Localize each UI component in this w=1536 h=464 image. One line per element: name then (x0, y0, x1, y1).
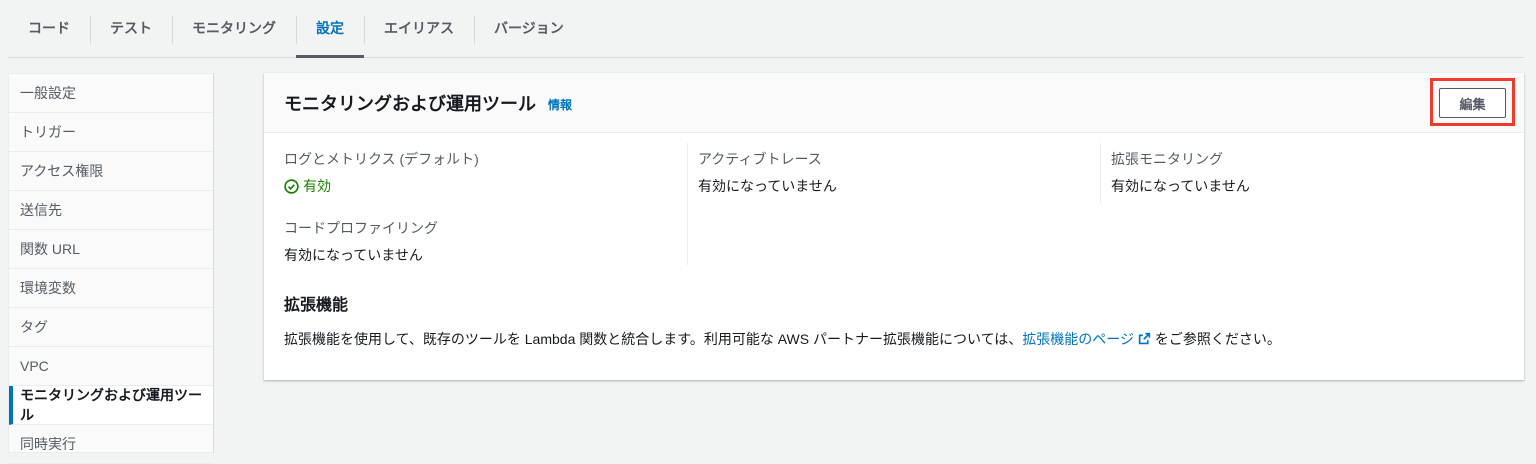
sidebar-item-env-vars[interactable]: 環境変数 (9, 269, 213, 308)
logs-status: 有効 (284, 176, 479, 196)
info-link[interactable]: 情報 (548, 96, 572, 113)
panel-header: モニタリングおよび運用ツール 情報 (264, 73, 1524, 133)
link-text[interactable]: 拡張機能のページ (1022, 331, 1134, 347)
extensions-page-link[interactable]: 拡張機能のページ (1022, 331, 1151, 347)
sidebar-item-monitoring-tools[interactable]: モニタリングおよび運用ツール (9, 386, 213, 425)
active-tracing-field: アクティブトレース 有効になっていません (698, 149, 837, 196)
config-sidebar: 一般設定 トリガー アクセス権限 送信先 関数 URL 環境変数 タグ VPC … (8, 73, 214, 464)
panel-title: モニタリングおよび運用ツール (284, 93, 536, 114)
sidebar-item-function-url[interactable]: 関数 URL (9, 230, 213, 269)
desc-text-after: をご参照ください。 (1150, 331, 1281, 347)
monitoring-tools-panel: モニタリングおよび運用ツール 情報 編集 ログとメトリクス (デフォルト) 有効… (264, 73, 1524, 380)
sidebar-item-vpc[interactable]: VPC (9, 347, 213, 386)
extensions-description: 拡張機能を使用して、既存のツールを Lambda 関数と統合します。利用可能な … (284, 329, 1281, 349)
sidebar-item-general[interactable]: 一般設定 (9, 74, 213, 113)
sidebar-item-permissions[interactable]: アクセス権限 (9, 152, 213, 191)
tab-monitoring[interactable]: モニタリング (172, 0, 296, 57)
logs-metrics-field: ログとメトリクス (デフォルト) 有効 コードプロファイリング 有効になっていま… (284, 149, 479, 265)
tab-test[interactable]: テスト (90, 0, 172, 57)
extensions-heading: 拡張機能 (284, 297, 349, 314)
tab-code[interactable]: コード (8, 0, 90, 57)
column-divider (1100, 143, 1101, 203)
logs-label: ログとメトリクス (デフォルト) (284, 151, 479, 167)
sidebar-item-triggers[interactable]: トリガー (9, 113, 213, 152)
tab-aliases[interactable]: エイリアス (364, 0, 474, 57)
sidebar-item-destinations[interactable]: 送信先 (9, 191, 213, 230)
enhanced-label: 拡張モニタリング (1111, 151, 1223, 167)
profiling-label: コードプロファイリング (284, 220, 438, 236)
sidebar-item-tags[interactable]: タグ (9, 308, 213, 347)
tab-versions[interactable]: バージョン (474, 0, 584, 57)
edit-button[interactable]: 編集 (1439, 88, 1506, 118)
logs-value: 有効 (303, 178, 331, 194)
tab-configuration[interactable]: 設定 (296, 0, 364, 58)
column-divider (687, 143, 688, 265)
check-circle-icon (284, 178, 299, 194)
sidebar-item-concurrency[interactable]: 同時実行 (9, 425, 213, 464)
tab-bar: コード テスト モニタリング 設定 エイリアス バージョン (8, 0, 1524, 58)
profiling-value: 有効になっていません (284, 247, 423, 263)
enhanced-monitoring-field: 拡張モニタリング 有効になっていません (1111, 149, 1250, 196)
desc-text: 拡張機能を使用して、既存のツールを Lambda 関数と統合します。利用可能な … (284, 331, 1023, 347)
external-link-icon (1138, 332, 1151, 345)
enhanced-value: 有効になっていません (1111, 178, 1250, 194)
tracing-label: アクティブトレース (698, 151, 822, 167)
tracing-value: 有効になっていません (698, 178, 837, 194)
